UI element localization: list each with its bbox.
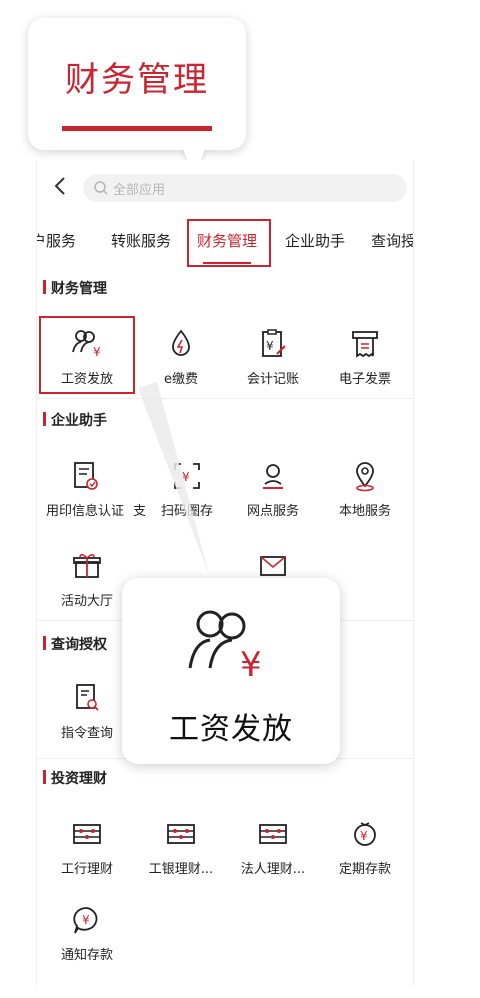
location-person-icon: [263, 464, 283, 489]
callout-bubble: 财务管理: [28, 18, 246, 150]
salary-payment-icon-large: ¥: [188, 610, 262, 685]
tile-label: 通知存款: [60, 948, 113, 963]
tile-fixed-deposit[interactable]: ¥ 定期存款: [319, 816, 411, 877]
tile-label: 指令查询: [60, 726, 113, 741]
water-drop-icon: [172, 329, 190, 356]
tile-label: 本地服务: [338, 504, 391, 519]
tile-label: 用印信息认证: [45, 504, 124, 519]
gift-icon: [73, 553, 101, 578]
document-search-icon: [76, 684, 99, 711]
tile-label: 工银理财...: [148, 862, 214, 877]
search-icon: [94, 181, 108, 195]
callout-title: 财务管理: [65, 60, 209, 100]
back-arrow-icon[interactable]: [49, 174, 73, 198]
tab-enterprise-assistant[interactable]: 企业助手: [285, 230, 345, 251]
clipboard-yen-icon: ¥: [262, 329, 286, 357]
abacus-icon: [259, 824, 287, 844]
invoice-icon: [352, 331, 378, 358]
chat-yen-icon: ¥: [73, 907, 98, 934]
tab-transfer-service[interactable]: 转账服务: [111, 230, 171, 251]
tile-branch-service[interactable]: 网点服务: [227, 458, 319, 519]
svg-text:¥: ¥: [82, 913, 90, 927]
clock-yen-icon: ¥: [354, 822, 376, 846]
salary-highlight-frame: [39, 316, 135, 394]
section-title-query: 查询授权: [43, 634, 107, 654]
tab-account-service[interactable]: 户服务: [37, 230, 76, 251]
tile-label: 网点服务: [246, 504, 299, 519]
tile-accounting[interactable]: ¥ 会计记账: [227, 326, 319, 387]
tile-activity-hall[interactable]: 活动大厅: [41, 548, 133, 609]
svg-text:¥: ¥: [266, 339, 274, 353]
svg-text:¥: ¥: [360, 829, 368, 843]
tile-icbc-wealth[interactable]: 工行理财: [41, 816, 133, 877]
abacus-icon: [167, 824, 195, 844]
tile-e-payment[interactable]: e缴费: [135, 326, 227, 387]
tile-e-invoice[interactable]: 电子发票: [319, 326, 411, 387]
tile-label: 工行理财: [60, 862, 113, 877]
tile-seal-verification[interactable]: 用印信息认证: [35, 458, 135, 519]
top-bar: 全部应用: [37, 160, 413, 214]
map-pin-icon: [356, 462, 374, 492]
tile-local-service[interactable]: 本地服务: [319, 458, 411, 519]
tile-label: 法人理财...: [240, 862, 306, 877]
svg-text:¥: ¥: [240, 645, 262, 685]
tile-notice-deposit[interactable]: ¥ 通知存款: [41, 902, 133, 963]
section-title-assistant: 企业助手: [43, 410, 107, 430]
zoom-label: 工资发放: [169, 712, 293, 747]
search-input[interactable]: 全部应用: [83, 174, 407, 202]
tile-icbc-wm[interactable]: 工银理财...: [135, 816, 227, 877]
section-divider: [37, 398, 413, 399]
tile-label: 会计记账: [246, 372, 299, 387]
tile-label: 电子发票: [338, 372, 391, 387]
callout-underline: [62, 126, 212, 131]
app-screen: 全部应用 户服务 转账服务 财务管理 企业助手 查询授权 财务管理 ¥ 工资发放…: [36, 160, 414, 986]
tab-query-authorization[interactable]: 查询授权: [371, 230, 413, 251]
tab-highlight-frame: [187, 219, 271, 267]
section-title-invest: 投资理财: [43, 768, 107, 788]
zoom-callout: ¥ 工资发放: [122, 578, 340, 764]
section-title-finance: 财务管理: [43, 278, 107, 298]
tile-corporate-wealth[interactable]: 法人理财...: [227, 816, 319, 877]
abacus-icon: [73, 824, 101, 844]
document-check-icon: [74, 462, 98, 490]
tile-label: 定期存款: [338, 862, 391, 877]
tile-label: 活动大厅: [60, 594, 113, 609]
tile-instruction-query[interactable]: 指令查询: [41, 680, 133, 741]
search-placeholder: 全部应用: [113, 183, 166, 198]
